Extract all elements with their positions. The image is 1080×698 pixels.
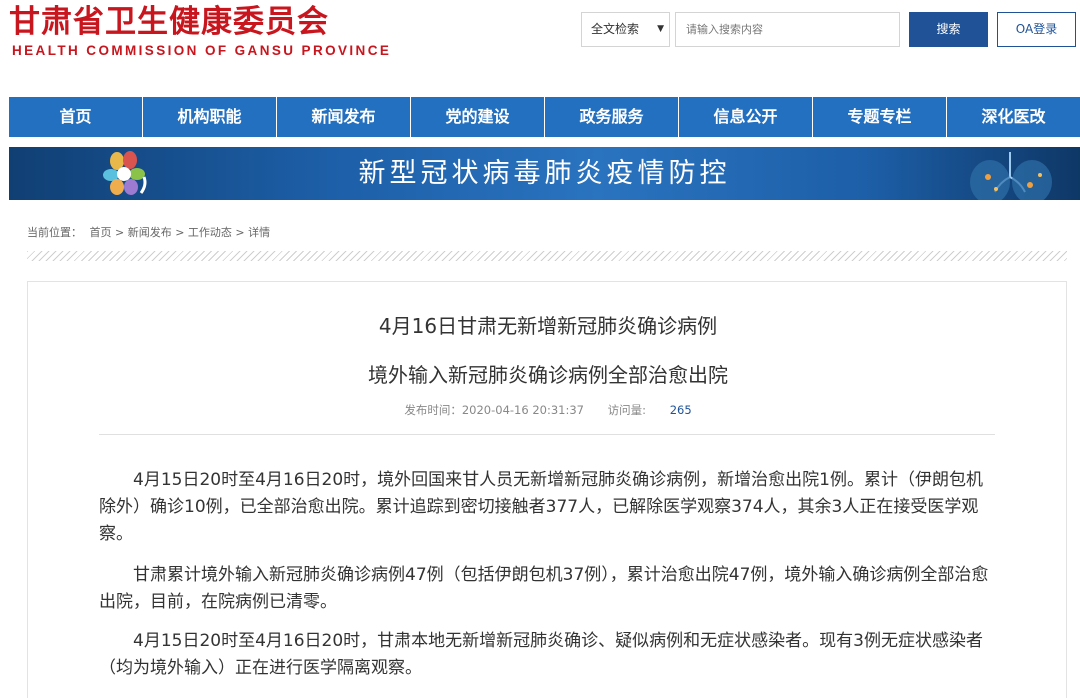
chevron-down-icon: ▼ (657, 24, 664, 34)
article-divider (99, 434, 995, 435)
nav-item-services[interactable]: 政务服务 (545, 97, 679, 137)
oa-login-button[interactable]: OA登录 (997, 12, 1076, 47)
search-scope-value: 全文检索 (591, 22, 640, 36)
site-header: 甘肃省卫生健康委员会 HEALTH COMMISSION OF GANSU PR… (0, 0, 1080, 95)
covid-banner[interactable]: 新型冠状病毒肺炎疫情防控 (9, 147, 1080, 200)
nav-item-disclosure[interactable]: 信息公开 (679, 97, 813, 137)
article-paragraph: 甘肃累计境外输入新冠肺炎确诊病例47例（包括伊朗包机37例），累计治愈出院47例… (99, 565, 989, 612)
nav-item-topics[interactable]: 专题专栏 (813, 97, 947, 137)
views-label: 访问量: (607, 403, 647, 417)
article-paragraph: 4月15日20时至4月16日20时，境外回国来甘人员无新增新冠肺炎确诊病例，新增… (99, 470, 983, 544)
article-meta: 发布时间：2020-04-16 20:31:37 访问量: 265 (28, 402, 1068, 418)
nav-item-party[interactable]: 党的建设 (411, 97, 545, 137)
article-paragraph: 4月15日20时至4月16日20时，甘肃本地无新增新冠肺炎确诊、疑似病例和无症状… (99, 631, 983, 678)
nav-item-functions[interactable]: 机构职能 (143, 97, 277, 137)
main-nav: 首页 机构职能 新闻发布 党的建设 政务服务 信息公开 专题专栏 深化医改 (9, 97, 1080, 137)
article-card: 4月16日甘肃无新增新冠肺炎确诊病例 境外输入新冠肺炎确诊病例全部治愈出院 发布… (27, 281, 1067, 698)
banner-title: 新型冠状病毒肺炎疫情防控 (358, 158, 731, 189)
search-button[interactable]: 搜索 (909, 12, 988, 47)
views-count: 265 (669, 403, 692, 417)
breadcrumb: 当前位置： 首页 > 新闻发布 > 工作动态 > 详情 (27, 224, 274, 240)
lungs-icon (970, 152, 1052, 200)
nav-item-home[interactable]: 首页 (9, 97, 143, 137)
hatch-divider (27, 251, 1067, 261)
site-logo-en: HEALTH COMMISSION OF GANSU PROVINCE (12, 43, 392, 58)
publish-time: 发布时间：2020-04-16 20:31:37 (404, 403, 584, 417)
search-scope-select[interactable]: 全文检索 ▼ (581, 12, 670, 47)
nav-item-reform[interactable]: 深化医改 (947, 97, 1080, 137)
search-input[interactable]: 请输入搜索内容 (675, 12, 900, 47)
nav-item-news[interactable]: 新闻发布 (277, 97, 411, 137)
breadcrumb-label: 当前位置： (27, 226, 82, 239)
article-subtitle: 境外输入新冠肺炎确诊病例全部治愈出院 (368, 363, 728, 387)
breadcrumb-path[interactable]: 首页 > 新闻发布 > 工作动态 > 详情 (90, 226, 271, 239)
site-logo-cn[interactable]: 甘肃省卫生健康委员会 (9, 3, 329, 41)
article-title: 4月16日甘肃无新增新冠肺炎确诊病例 (378, 314, 718, 338)
